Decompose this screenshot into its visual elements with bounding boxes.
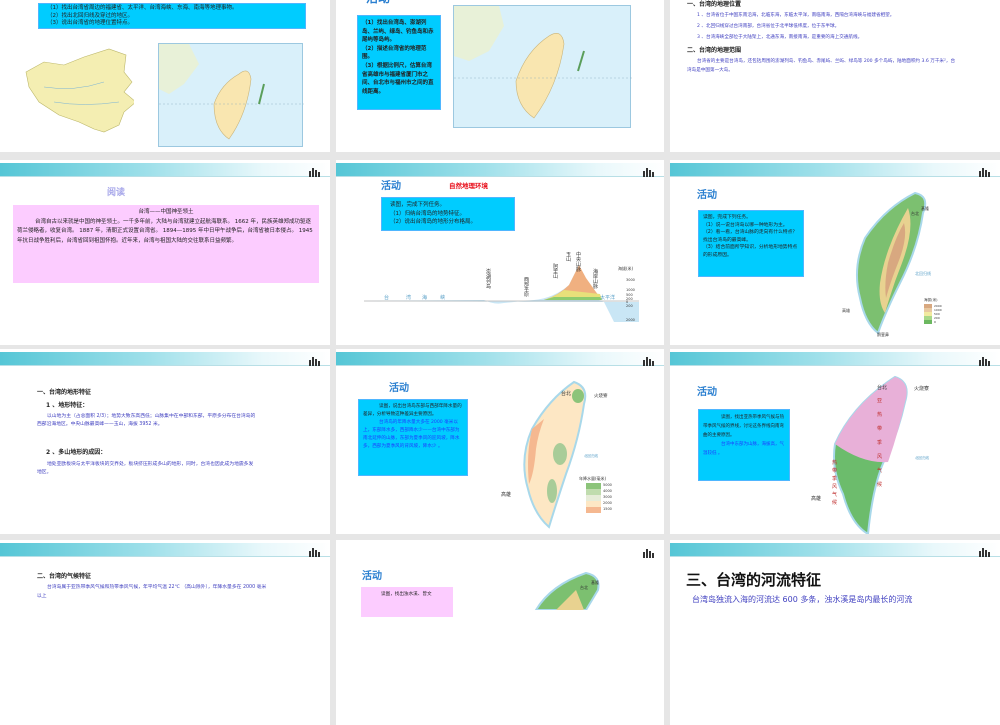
slide-thumbnail-9[interactable]: 活动 读图，找出亚热带季风气候与热带季风气候的界线，讨论这条界线向南弯曲的主要原… bbox=[670, 349, 1000, 534]
slide-thumbnail-7[interactable]: 一、台湾的地形特征 1 、地形特征： 以山地为主（占总面积 2/3）；地势大致东… bbox=[0, 349, 330, 534]
slide-thumbnail-12[interactable]: 三、台湾的河流特征 台湾岛独流入海的河流达 600 多条，浊水溪是岛内最长的河流 bbox=[670, 540, 1000, 725]
slide-thumbnail-8[interactable]: 活动 读图，说出台湾岛东部与西部年降水量的差异，分析导致这种差异主要原因。 台湾… bbox=[336, 349, 664, 534]
building-icon bbox=[643, 168, 654, 177]
precipitation-legend bbox=[586, 483, 601, 513]
slide-header-band bbox=[0, 163, 330, 177]
reading-title: 阅读 bbox=[107, 188, 126, 198]
task-box: 读图，找出浊水溪、曾文 bbox=[361, 587, 453, 617]
activity-title: 活动 bbox=[362, 571, 382, 582]
building-icon bbox=[979, 357, 990, 366]
elevation-legend bbox=[924, 304, 932, 324]
task-box: （1）找出台湾省周边的福建省、太平洋、台湾海峡、东海、南海等地理事物。 （2）找… bbox=[38, 3, 306, 29]
building-icon bbox=[643, 549, 654, 558]
slide-thumbnail-4[interactable]: 阅读 台湾——中国神圣领土 台湾自古以来就是中国的神圣领土。一千多年前，大陆与台… bbox=[0, 160, 330, 345]
precipitation-map bbox=[523, 380, 587, 529]
taiwan-islands-map bbox=[453, 5, 632, 128]
slide-thumbnail-11[interactable]: 活动 读图，找出浊水溪、曾文 基隆 台北 bbox=[336, 540, 664, 725]
slide-header-band bbox=[0, 352, 330, 366]
activity-title: 活动 bbox=[389, 383, 409, 394]
activity-title: 活动 bbox=[366, 0, 390, 6]
slide-header-band bbox=[670, 543, 1000, 557]
activity-title: 活动 bbox=[697, 190, 717, 201]
china-map bbox=[25, 48, 134, 133]
task-box: 读图，完成下列任务。 （1）归纳台湾岛的地势特征。 （2）说出台湾岛的地形分布格… bbox=[381, 197, 515, 231]
slide-thumbnail-2[interactable]: 活动 （1）找出台湾岛、澎湖列岛、兰屿、绿岛、钓鱼岛和赤尾屿等岛屿。 （2）描述… bbox=[336, 0, 664, 152]
building-icon bbox=[309, 548, 320, 557]
taiwan-location-map bbox=[158, 43, 304, 147]
reading-box: 台湾——中国神圣领土 台湾自古以来就是中国的神圣领土。一千多年前，大陆与台湾就建… bbox=[13, 205, 319, 283]
building-icon bbox=[979, 168, 990, 177]
section-heading: 一、台湾的地理位置 bbox=[687, 1, 742, 8]
river-map bbox=[534, 571, 600, 610]
building-icon bbox=[309, 357, 320, 366]
slide-thumbnail-6[interactable]: 活动 读图，完成下列任务。 （1）说一说台湾岛以哪一种地形为主。 （2）看一看，… bbox=[670, 160, 1000, 345]
terrain-profile-chart bbox=[364, 265, 639, 322]
slide-header-band bbox=[670, 163, 1000, 177]
activity-title: 活动 bbox=[381, 181, 401, 192]
slide-thumbnail-5[interactable]: 活动 自然地理环境 读图，完成下列任务。 （1）归纳台湾岛的地势特征。 （2）说… bbox=[336, 160, 664, 345]
slide-header-band bbox=[670, 352, 1000, 366]
slide-header-band bbox=[336, 163, 664, 177]
task-box: 读图，找出亚热带季风气候与热带季风气候的界线，讨论这条界线向南弯曲的主要原因。 … bbox=[698, 409, 790, 481]
climate-zone-map bbox=[833, 375, 908, 534]
building-icon bbox=[979, 548, 990, 557]
subtropical-zone-label: 亚热带季风气候 bbox=[877, 398, 883, 488]
task-box: （1）找出台湾岛、澎湖列岛、兰屿、绿岛、钓鱼岛和赤尾屿等岛屿。 （2）描述台湾省… bbox=[357, 15, 441, 110]
section-subtitle: 自然地理环境 bbox=[449, 182, 488, 190]
slide-thumbnail-10[interactable]: 二、台湾的气候特征 台湾岛属于亚热带季风气候和热带季风气候，年平均气温 22℃ … bbox=[0, 540, 330, 725]
slide-header-band bbox=[0, 543, 330, 557]
task-box: 读图，说出台湾岛东部与西部年降水量的差异，分析导致这种差异主要原因。 台湾岛的年… bbox=[358, 399, 468, 476]
building-icon bbox=[309, 168, 320, 177]
slide-thumbnail-1[interactable]: （1）找出台湾省周边的福建省、太平洋、台湾海峡、东海、南海等地理事物。 （2）找… bbox=[0, 0, 330, 152]
section-heading: 二、台湾的地理范围 bbox=[687, 47, 742, 54]
slide-thumbnail-3[interactable]: 一、台湾的地理位置 1 、台湾省位于中国东南沿海，北临东海，东临太平洋，南临南海… bbox=[670, 0, 1000, 152]
task-box: 读图，完成下列任务。 （1）说一说台湾岛以哪一种地形为主。 （2）看一看，台湾山… bbox=[698, 210, 804, 277]
activity-title: 活动 bbox=[697, 387, 717, 398]
slide-title: 三、台湾的河流特征 bbox=[686, 571, 822, 589]
slide-header-band bbox=[336, 352, 664, 366]
tropical-zone-label: 热带季风气候 bbox=[832, 460, 838, 506]
building-icon bbox=[643, 357, 654, 366]
